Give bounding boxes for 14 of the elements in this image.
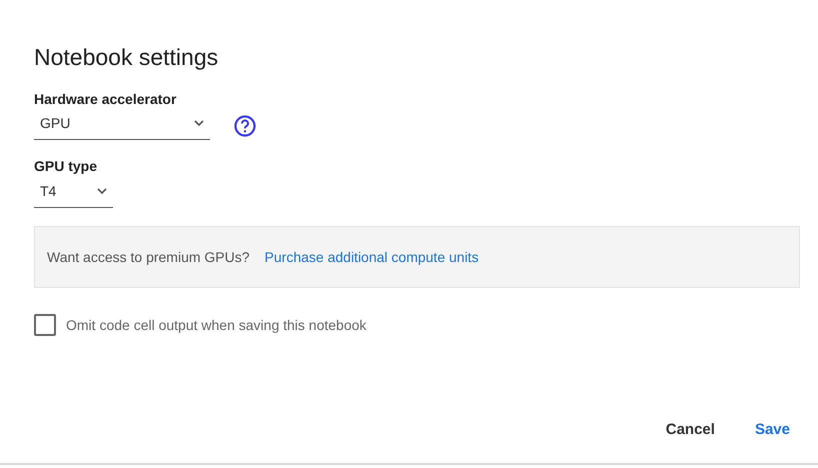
field-label: GPU type <box>34 158 98 176</box>
chevron-down-icon <box>97 188 107 196</box>
help-icon[interactable] <box>234 114 256 137</box>
banner-text: Want access to premium GPUs? <box>47 248 250 267</box>
dialog-title: Notebook settings <box>34 44 220 72</box>
purchase-link[interactable]: Purchase additional compute units <box>264 246 479 268</box>
save-button[interactable]: Save <box>744 414 800 445</box>
chevron-down-icon <box>194 120 204 128</box>
dropdown[interactable]: GPU <box>34 111 210 140</box>
checkbox[interactable] <box>34 314 56 336</box>
field-label: Hardware accelerator <box>34 90 178 108</box>
dropdown[interactable]: T4 <box>34 179 113 208</box>
checkbox-label: Omit code cell output when saving this notebook <box>66 316 366 335</box>
cancel-button[interactable]: Cancel <box>656 414 725 445</box>
